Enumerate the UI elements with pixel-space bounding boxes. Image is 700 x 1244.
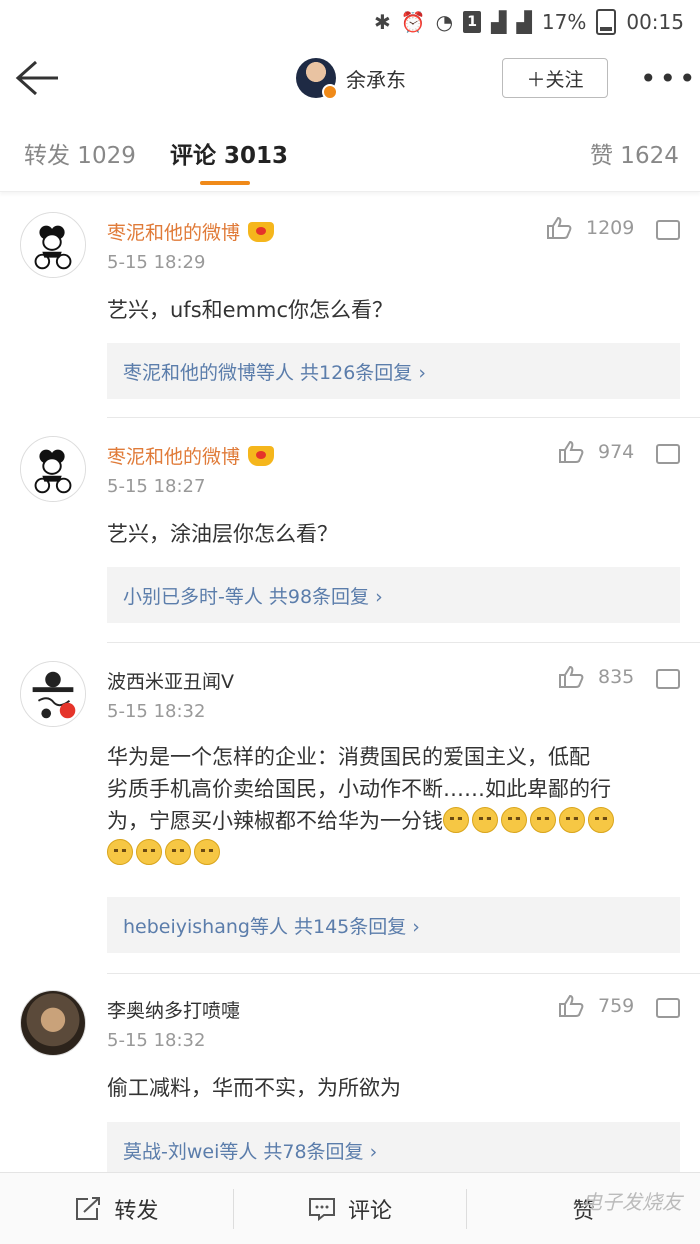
emoji-icon [443,807,469,833]
emoji-icon [107,839,133,865]
like-count: 835 [598,666,635,688]
like-button[interactable]: 974 [558,440,634,464]
comment-time: 5-15 18:29 [107,252,206,273]
back-arrow-icon[interactable] [14,56,60,100]
comment-icon [309,1197,335,1221]
thumbs-up-icon [559,994,584,1017]
signal-icon: ▟ [491,10,507,34]
crown-icon [248,221,275,242]
tab-comments[interactable]: 评论 3013 [170,136,288,170]
thumbs-up-icon [547,216,572,239]
avatar[interactable] [20,212,86,278]
reply-comment-icon[interactable] [656,663,680,689]
battery-icon [596,9,617,35]
active-tab-indicator [200,181,250,185]
thumbs-up-icon [559,665,584,688]
emoji-icon [559,807,585,833]
crown-icon [248,445,275,466]
comment-time: 5-15 18:32 [107,701,206,722]
avatar[interactable] [20,436,86,502]
emoji-icon [472,807,498,833]
comment-text-line: 华为是一个怎样的企业：消费国民的爱国主义，低配 [107,745,590,769]
comment-text: 艺兴，涂油层你怎么看？ [107,522,338,546]
emoji-icon [588,807,614,833]
divider [107,642,700,643]
repost-label[interactable]: 转发 [114,1193,158,1225]
tab-bar: 转发 1029 评论 3013 赞 1624 [0,114,700,192]
nav-bar: 余承东 ＋关注 ••• [0,44,700,114]
avatar[interactable] [296,58,338,100]
comment-text-line: 劣质手机高价卖给国民，小动作不断……如此卑鄙的行 [107,777,611,801]
comment-author[interactable]: 枣泥和他的微博 [107,442,275,469]
like-count: 974 [598,441,635,463]
status-bar: ✱ ⏰ ◔ 1 ▟ ▟ 17% 00:15 [0,0,700,44]
like-button[interactable]: 759 [558,994,634,1018]
avatar[interactable] [20,990,86,1056]
reply-summary[interactable]: hebeiyishang等人 共145条回复 › [107,897,680,953]
avatar[interactable] [20,661,86,727]
emoji-row [107,837,677,869]
reply-summary[interactable]: 莫战-刘wei等人 共78条回复 › [107,1122,680,1178]
battery-percent: 17% [541,10,587,34]
emoji-icon [136,839,162,865]
like-count: 1209 [586,217,635,239]
like-button[interactable]: 1209 [546,216,634,240]
comment-time: 5-15 18:32 [107,1030,206,1051]
thumbs-up-icon [559,440,584,463]
reply-comment-icon[interactable] [656,438,680,464]
comment-text: 艺兴，ufs和emmc你怎么看？ [107,298,394,322]
repost-button[interactable]: 转发 [0,1173,233,1244]
signal-icon-2: ▟ [516,10,532,34]
tab-repost[interactable]: 转发 1029 [24,136,136,170]
emoji-icon [194,839,220,865]
nav-user[interactable]: 余承东 [296,58,406,100]
comment-label[interactable]: 评论 [348,1193,392,1225]
emoji-icon [530,807,556,833]
reply-comment-icon[interactable] [656,214,680,240]
emoji-icon [165,839,191,865]
comment-author[interactable]: 李奥纳多打喷嚏 [107,996,240,1023]
clock-time: 00:15 [626,10,684,34]
divider [107,973,700,974]
comment-text-line-with-emoji: 为，宁愿买小辣椒都不给华为一分钱 [107,805,677,837]
verified-badge-icon [322,84,338,100]
comment-text: 华为是一个怎样的企业：消费国民的爱国主义，低配 劣质手机高价卖给国民，小动作不断… [107,741,677,869]
comment-author[interactable]: 枣泥和他的微博 [107,218,275,245]
more-dots-icon[interactable]: ••• [640,62,699,95]
nav-user-name[interactable]: 余承东 [346,64,406,93]
comment-button[interactable]: 评论 [234,1173,467,1244]
follow-button[interactable]: ＋关注 [502,58,608,98]
tab-likes[interactable]: 赞 1624 [590,136,679,170]
like-button[interactable]: 835 [558,665,634,689]
bluetooth-icon: ✱ [374,10,391,34]
sim-badge: 1 [463,11,482,33]
comment-text: 偷工减料，华而不实，为所欲为 [107,1076,401,1100]
alarm-icon: ⏰ [400,10,426,34]
reply-summary[interactable]: 枣泥和他的微博等人 共126条回复 › [107,343,680,399]
repost-icon [76,1196,101,1220]
like-count: 759 [598,995,635,1017]
watermark-logo: 电子发烧友 [582,1190,682,1214]
comment-time: 5-15 18:27 [107,476,206,497]
comment-author[interactable]: 波西米亚丑闻V [107,667,234,694]
reply-summary[interactable]: 小别已多时-等人 共98条回复 › [107,567,680,623]
wifi-icon: ◔ [435,10,454,34]
reply-comment-icon[interactable] [656,992,680,1018]
divider [107,417,700,418]
emoji-icon [501,807,527,833]
